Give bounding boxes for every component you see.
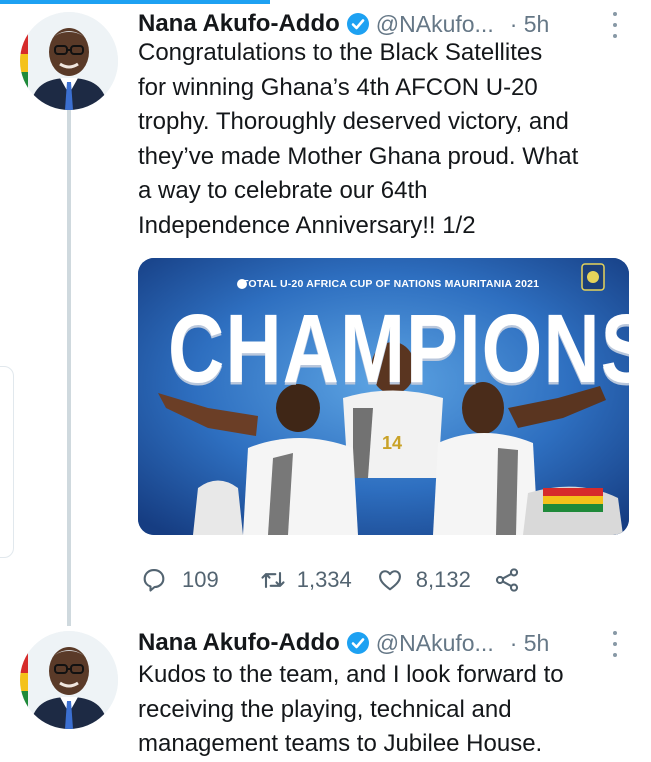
avatar[interactable] <box>20 631 118 729</box>
author-name[interactable]: Nana Akufo-Addo <box>138 629 340 657</box>
reply-icon <box>143 569 165 592</box>
more-icon[interactable] <box>606 631 624 657</box>
retweet-count: 1,334 <box>296 567 352 592</box>
tweet-image[interactable]: TOTAL U-20 AFRICA CUP OF NATIONS MAURITA… <box>138 258 629 535</box>
side-panel-edge[interactable] <box>0 366 14 558</box>
tweet-header: Nana Akufo-Addo @NAkufo... · 5h <box>138 627 549 659</box>
tweet-text: Congratulations to the Black Satellites … <box>138 39 579 239</box>
like-button[interactable]: 8,132 <box>376 566 471 594</box>
share-button[interactable] <box>493 566 521 594</box>
verified-badge-icon <box>346 13 369 35</box>
like-count: 8,132 <box>415 567 471 592</box>
image-headline: CHAMPIONS <box>168 293 629 404</box>
author-name[interactable]: Nana Akufo-Addo <box>138 10 340 38</box>
reply-button[interactable]: 109 <box>140 566 219 594</box>
retweet-button[interactable]: 1,334 <box>259 566 352 594</box>
tweet-timestamp[interactable]: · 5h <box>510 630 550 657</box>
retweet-icon <box>261 571 285 589</box>
tweet-actions: 109 1,334 8,132 <box>140 564 521 596</box>
image-caption: TOTAL U-20 AFRICA CUP OF NATIONS MAURITA… <box>242 278 540 290</box>
reply-count: 109 <box>182 567 219 592</box>
thread-connector-line <box>67 106 71 626</box>
tweet-text: Kudos to the team, and I look forward to… <box>138 661 564 757</box>
author-handle[interactable]: @NAkufo... <box>376 630 494 657</box>
avatar[interactable] <box>20 12 118 110</box>
share-icon <box>495 568 518 592</box>
author-handle[interactable]: @NAkufo... <box>376 11 494 38</box>
verified-badge-icon <box>346 632 369 654</box>
jersey-number: 14 <box>382 433 403 453</box>
like-icon <box>378 570 401 591</box>
top-accent-bar <box>0 0 270 4</box>
more-icon[interactable] <box>606 12 624 38</box>
tweet-timestamp[interactable]: · 5h <box>510 11 550 38</box>
